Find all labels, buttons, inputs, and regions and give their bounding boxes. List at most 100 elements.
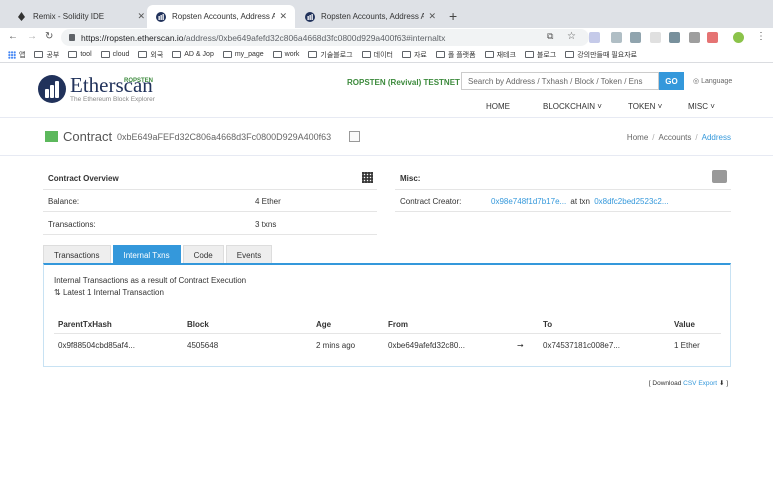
bookmark-folder[interactable]: tool [68,51,92,58]
bookmark-folder[interactable]: 공부 [34,50,59,60]
close-icon[interactable]: ✕ [137,11,145,22]
bookmark-apps[interactable]: 앱 [8,50,25,60]
block-link[interactable]: 4505648 [187,341,218,350]
browser-tab-strip: Remix - Solidity IDE ✕ Ropsten Accounts,… [0,0,773,28]
breadcrumb-accounts[interactable]: Accounts [659,133,692,142]
nav-token[interactable]: TOKEN ˅ [628,102,662,111]
sort-icon: ⇅ [54,288,63,297]
copy-icon[interactable] [349,131,360,142]
close-icon[interactable]: ✕ [279,11,287,22]
to-address-link[interactable]: 0x74537181c008e7... [543,341,620,350]
kebab-menu-icon[interactable]: ⋮ [756,31,766,42]
folder-icon [524,51,534,58]
folder-icon [484,51,494,58]
etherscan-logo-icon [38,75,66,103]
contract-address: 0xbE649aFEFd32C806a4668d3Fc0800D929A400f… [117,132,332,142]
bookmark-label: tool [80,51,92,58]
nav-home[interactable]: HOME [486,102,510,111]
tab-internal-txns[interactable]: Internal Txns [112,245,181,264]
bookmark-label: 앱 [19,51,26,59]
divider [395,189,731,190]
browser-tab-ropsten[interactable]: Ropsten Accounts, Address Ac ✕ [296,5,444,28]
address-bar[interactable]: https://ropsten.etherscan.io/address/0xb… [61,29,589,46]
nav-misc[interactable]: MISC ˅ [688,102,715,111]
translate-icon[interactable]: ⧉ [547,31,553,42]
bookmark-folder[interactable]: 폴 플랫폼 [435,50,476,60]
folder-icon [172,51,182,58]
search-input[interactable]: Search by Address / Txhash / Block / Tok… [461,72,659,90]
extension-icon[interactable] [650,32,661,43]
forward-arrow-icon[interactable]: → [27,31,37,42]
tab-transactions[interactable]: Transactions [43,245,111,264]
creator-label: Contract Creator: [400,197,462,206]
overview-title: Contract Overview [48,174,119,183]
browser-tab-remix[interactable]: Remix - Solidity IDE ✕ [8,5,153,28]
bookmark-folder[interactable]: 외국 [138,50,163,60]
csv-export-link[interactable]: CSV Export [683,380,717,387]
url-host: https://ropsten.etherscan.io [81,32,184,43]
etherscan-favicon-icon [304,11,315,22]
bookmark-folder[interactable]: 블로그 [524,50,557,60]
bookmark-label: work [284,51,300,58]
column-header: To [543,320,553,329]
creator-address-link[interactable]: 0x98e748f1d7b17e... [491,197,566,206]
language-selector[interactable]: ◎ Language [693,77,732,85]
menu-icon[interactable] [712,170,727,183]
reload-icon[interactable]: ↻ [45,31,53,42]
extension-icon[interactable] [669,32,680,43]
bookmark-label: 외국 [150,51,164,59]
extension-icon[interactable] [707,32,718,43]
bookmark-folder[interactable]: 데이터 [361,50,393,60]
close-icon[interactable]: ✕ [428,11,436,22]
back-arrow-icon[interactable]: ← [8,31,18,42]
profile-avatar[interactable] [733,32,744,43]
remix-icon [16,11,27,22]
column-header: From [388,320,408,329]
folder-icon [34,51,44,58]
latest-count: ⇅ Latest 1 Internal Transaction [54,288,164,297]
bookmark-folder[interactable]: 자료 [401,50,427,60]
star-icon[interactable]: ☆ [567,31,576,42]
bookmark-label: 강의만들때 필요자료 [577,51,638,59]
folder-icon [68,51,78,58]
tab-code[interactable]: Code [182,245,224,264]
bookmark-label: 자료 [413,51,427,59]
bookmark-folder[interactable]: 기술블로그 [308,50,353,60]
bookmark-label: my_page [234,51,264,58]
at-txn-label: at txn [570,197,590,206]
bookmark-folder[interactable]: cloud [100,51,129,58]
bookmark-folder[interactable]: AD & Jop [172,51,214,58]
bookmark-label: 블로그 [536,51,557,59]
folder-icon [565,51,575,58]
bookmark-label: 폴 플랫폼 [447,51,476,59]
parent-txhash-link[interactable]: 0x9f88504cbd85af4... [58,341,135,350]
balance-value: 4 Ether [255,197,281,206]
go-button[interactable]: GO [659,72,684,90]
bookmark-folder[interactable]: 재테크 [484,50,516,60]
breadcrumb-home[interactable]: Home [627,133,648,142]
arrow-right-icon: ➞ [517,341,524,350]
page-title: Contract [63,129,113,144]
folder-icon [308,51,318,58]
new-tab-plus-icon[interactable]: + [449,8,457,24]
bookmark-label: 공부 [46,51,60,59]
breadcrumb-address: Address [701,133,731,142]
divider [395,211,731,212]
divider [54,333,721,334]
extension-icon[interactable] [589,32,600,43]
tab-events[interactable]: Events [225,245,273,264]
extension-icon[interactable] [630,32,641,43]
age-value: 2 mins ago [316,341,356,350]
nav-blockchain[interactable]: BLOCKCHAIN ˅ [543,102,602,111]
bookmark-folder[interactable]: my_page [222,51,264,58]
apps-grid-icon [8,50,16,59]
browser-tab-ropsten-active[interactable]: Ropsten Accounts, Address Ac ✕ [147,5,295,28]
extension-icon[interactable] [611,32,622,43]
bookmark-folder[interactable]: work [272,51,300,58]
bookmark-folder[interactable]: 강의만들때 필요자료 [565,50,637,60]
extension-icon[interactable] [689,32,700,43]
logo-tagline: The Ethereum Block Explorer [70,96,155,103]
bookmarks-bar: 앱 공부 tool cloud 외국 AD & Jop my_page work… [0,47,773,63]
creator-txn-link[interactable]: 0x8dfc2bed2523c2... [594,197,668,206]
qr-code-icon[interactable] [362,172,373,183]
